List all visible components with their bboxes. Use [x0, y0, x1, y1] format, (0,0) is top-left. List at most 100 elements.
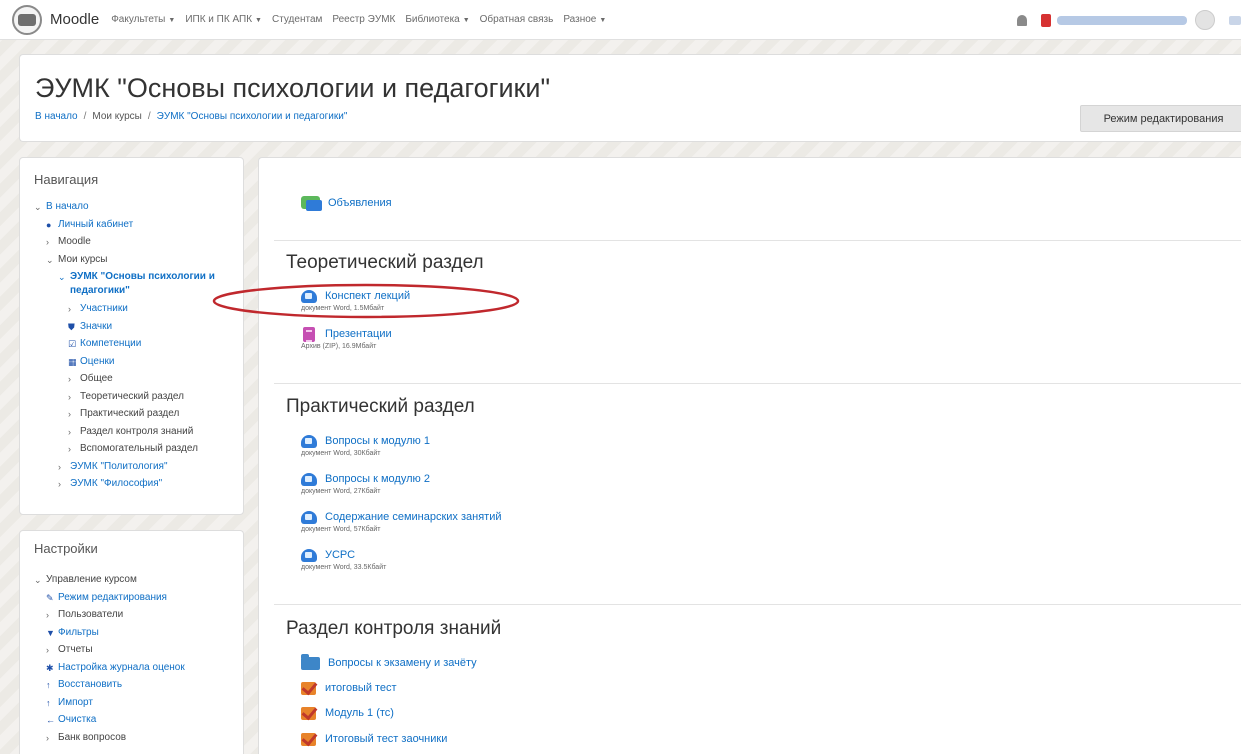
settings-item-import[interactable]: ↑ Импорт	[34, 696, 185, 714]
user-name-blurred[interactable]	[1057, 15, 1187, 25]
chevron-down-icon: ⌄	[46, 254, 54, 265]
caret-down-icon: ▼	[168, 17, 176, 24]
menu-misc[interactable]: Разное ▼	[563, 14, 606, 25]
nav-item-dashboard[interactable]: ● Личный кабинет	[34, 218, 248, 236]
section-divider	[274, 240, 1241, 241]
activity-lecture-notes[interactable]: Конспект лекций документ Word, 1.5Мбайт	[301, 288, 410, 312]
settings-item-restore[interactable]: ↑ Восстановить	[34, 678, 185, 696]
chevron-right-icon: ›	[68, 391, 71, 402]
file-meta: Архив (ZIP), 16.9Мбайт	[301, 343, 377, 350]
shield-icon: ⛊	[68, 321, 75, 332]
nav-item-theory-section[interactable]: › Теоретический раздел	[34, 390, 248, 408]
word-doc-icon	[301, 289, 317, 303]
breadcrumb-separator: /	[147, 111, 151, 122]
quiz-icon	[301, 705, 317, 721]
caret-down-icon: ▼	[255, 17, 262, 24]
user-area	[1017, 0, 1241, 40]
settings-item-course-admin[interactable]: ⌄ Управление курсом	[34, 573, 185, 591]
table-icon: ▦	[68, 356, 77, 367]
moodle-logo-icon	[12, 4, 42, 35]
word-doc-icon	[301, 548, 317, 562]
nav-item-competencies[interactable]: ☑ Компетенции	[34, 337, 248, 355]
brand[interactable]: Moodle	[12, 4, 100, 35]
menu-faculties[interactable]: Факультеты ▼	[111, 14, 175, 25]
menu-library[interactable]: Библиотека ▼	[405, 14, 469, 25]
edit-mode-button[interactable]: Режим редактирования	[1080, 105, 1241, 132]
brand-name: Moodle	[50, 11, 100, 28]
course-content: Объявления Теоретический раздел Конспект…	[258, 157, 1241, 754]
chevron-right-icon: ›	[68, 304, 71, 314]
settings-item-gradebook-setup[interactable]: ✱ Настройка журнала оценок	[34, 661, 185, 679]
settings-item-filters[interactable]: ▼ Фильтры	[34, 626, 185, 644]
breadcrumb-separator: /	[83, 111, 87, 122]
nav-item-participants[interactable]: › Участники	[34, 302, 248, 320]
menu-feedback[interactable]: Обратная связь	[480, 14, 554, 25]
file-meta: документ Word, 27Кбайт	[301, 488, 381, 495]
nav-item-my-courses[interactable]: ⌄ Мои курсы	[34, 253, 248, 271]
checkbox-icon: ☑	[68, 339, 77, 349]
settings-item-reset[interactable]: ← Очистка	[34, 713, 185, 731]
chevron-right-icon: ›	[46, 732, 49, 743]
activity-final-test[interactable]: итоговый тест	[301, 680, 397, 696]
navigation-block: Навигация ⌄ В начало ● Личный кабинет › Moo…	[19, 157, 244, 515]
breadcrumb-home[interactable]: В начало	[35, 111, 78, 122]
word-doc-icon	[301, 510, 317, 524]
settings-tree: ⌄ Управление курсом ✎ Режим редактирования…	[34, 573, 185, 748]
chevron-right-icon: ›	[46, 237, 49, 247]
avatar[interactable]	[1195, 10, 1215, 30]
settings-item-users[interactable]: › Пользователи	[34, 608, 185, 626]
activity-module1-questions[interactable]: Вопросы к модулю 1 документ Word, 30Кбай…	[301, 433, 430, 457]
chevron-right-icon: ›	[46, 645, 49, 655]
quiz-icon	[301, 680, 317, 696]
nav-item-home[interactable]: ⌄ В начало	[34, 200, 248, 218]
forum-icon	[301, 196, 322, 211]
activity-module1-test[interactable]: Модуль 1 (тс)	[301, 705, 394, 721]
nav-item-practice-section[interactable]: › Практический раздел	[34, 407, 248, 425]
nav-item-auxiliary-section[interactable]: › Вспомогательный раздел	[34, 442, 248, 460]
chevron-down-icon: ⌄	[58, 272, 66, 282]
menu-students[interactable]: Студентам	[272, 14, 322, 25]
nav-item-general[interactable]: › Общее	[34, 372, 248, 390]
messages-icon[interactable]	[1041, 13, 1051, 27]
chevron-right-icon: ›	[68, 444, 71, 454]
caret-down-icon: ▼	[462, 17, 470, 24]
nav-item-course-politology[interactable]: › ЭУМК "Политология"	[34, 460, 248, 478]
settings-item-edit-mode[interactable]: ✎ Режим редактирования	[34, 591, 185, 609]
nav-item-moodle[interactable]: › Moodle	[34, 235, 248, 253]
settings-item-reports[interactable]: › Отчеты	[34, 643, 185, 661]
file-meta: документ Word, 1.5Мбайт	[301, 305, 385, 312]
section-title-practice: Практический раздел	[286, 396, 475, 417]
nav-item-course-philosophy[interactable]: › ЭУМК "Философия"	[34, 477, 248, 495]
nav-item-current-course[interactable]: ⌄ ЭУМК "Основы психологии и педагогики"	[34, 270, 248, 302]
chevron-right-icon: ›	[58, 479, 61, 489]
activity-final-test-extramural[interactable]: Итоговый тест заочники	[301, 731, 447, 747]
activity-usrs[interactable]: УСРС документ Word, 33.5Кбайт	[301, 547, 386, 571]
chevron-down-icon: ⌄	[34, 202, 42, 212]
nav-item-badges[interactable]: ⛊ Значки	[34, 320, 248, 338]
settings-item-question-bank[interactable]: › Банк вопросов	[34, 731, 185, 749]
menu-ipk[interactable]: ИПК и ПК АПК ▼	[185, 14, 262, 25]
user-menu-caret-icon[interactable]	[1229, 15, 1241, 25]
bell-icon[interactable]	[1017, 14, 1027, 26]
section-divider	[274, 604, 1241, 605]
breadcrumb-course[interactable]: ЭУМК "Основы психологии и педагогики"	[157, 111, 348, 122]
activity-presentations[interactable]: Презентации Архив (ZIP), 16.9Мбайт	[301, 326, 392, 350]
activity-exam-questions-folder[interactable]: Вопросы к экзамену и зачёту	[301, 653, 477, 671]
nav-item-grades[interactable]: ▦ Оценки	[34, 355, 248, 373]
section-title-knowledge-control: Раздел контроля знаний	[286, 618, 502, 639]
dashboard-icon: ●	[46, 219, 52, 230]
activity-module2-questions[interactable]: Вопросы к модулю 2 документ Word, 27Кбай…	[301, 471, 430, 495]
settings-block-title: Настройки	[34, 541, 98, 556]
menu-registry[interactable]: Реестр ЭУМК	[332, 14, 395, 25]
chevron-right-icon: ›	[68, 409, 71, 419]
quiz-icon	[301, 731, 317, 747]
news-forum-link[interactable]: Объявления	[328, 197, 392, 209]
page-title: ЭУМК "Основы психологии и педагогики"	[35, 73, 551, 103]
gear-icon: ✱	[46, 662, 54, 673]
activity-seminar-content[interactable]: Содержание семинарских занятий документ …	[301, 509, 502, 533]
nav-item-control-section[interactable]: › Раздел контроля знаний	[34, 425, 248, 443]
breadcrumb-my-courses: Мои курсы	[92, 111, 142, 122]
news-forum[interactable]: Объявления	[301, 196, 392, 211]
upload-icon: ↑	[46, 697, 51, 708]
zip-archive-icon	[303, 326, 315, 342]
